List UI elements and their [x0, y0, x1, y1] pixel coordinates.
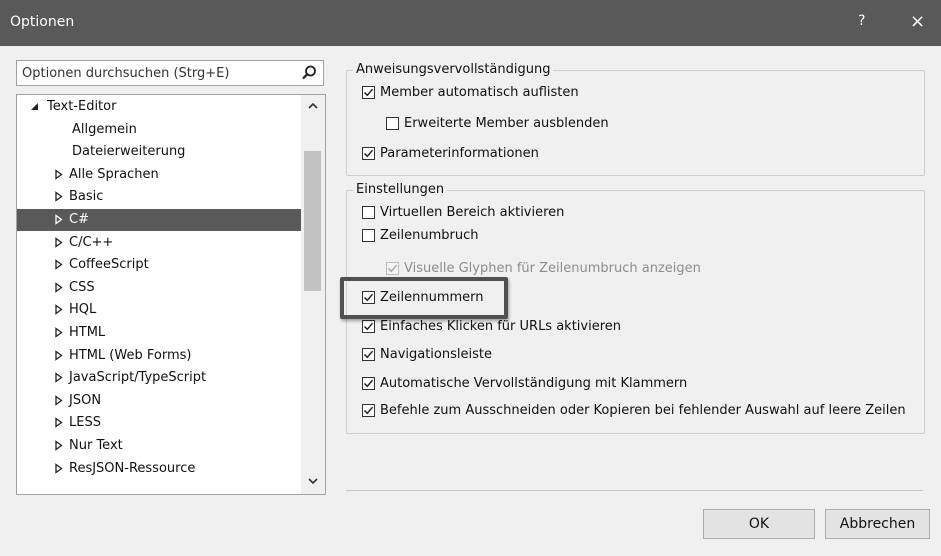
checkbox-label: Parameterinformationen	[380, 146, 539, 161]
tree-item-json[interactable]: JSON	[17, 390, 303, 412]
tree-item-coffeescript[interactable]: CoffeeScript	[17, 254, 303, 276]
footer-separator	[346, 490, 923, 491]
checkbox-checked-icon[interactable]	[362, 320, 375, 333]
scroll-up-icon[interactable]	[307, 101, 319, 111]
search-icon[interactable]	[300, 64, 318, 82]
tree-item-dateierweiterung[interactable]: Dateierweiterung	[17, 141, 303, 163]
scroll-down-icon[interactable]	[307, 476, 319, 486]
title-bar: Optionen ? ×	[0, 0, 941, 46]
collapsed-arrow-icon[interactable]	[54, 372, 63, 383]
checkbox-label: Virtuellen Bereich aktivieren	[380, 205, 565, 220]
completion-group-label: Anweisungsvervollständigung	[353, 62, 554, 77]
checkbox-checked-icon[interactable]	[362, 377, 375, 390]
tree-item-label: HTML (Web Forms)	[69, 347, 192, 363]
checkbox-checked-icon[interactable]	[362, 404, 375, 417]
tree-item-less[interactable]: LESS	[17, 412, 303, 434]
tree-item-html-web-forms[interactable]: HTML (Web Forms)	[17, 345, 303, 367]
collapsed-arrow-icon[interactable]	[54, 282, 63, 293]
checkbox-unchecked-icon[interactable]	[362, 206, 375, 219]
tree-item-label: C/C++	[69, 234, 114, 250]
tree-item-html[interactable]: HTML	[17, 322, 303, 344]
tree-item-label: Text-Editor	[47, 99, 117, 114]
tree-item-css[interactable]: CSS	[17, 277, 303, 299]
checkmark-icon	[363, 406, 374, 415]
search-placeholder: Optionen durchsuchen (Strg+E)	[22, 66, 230, 81]
tree-item-text-editor[interactable]: Text-Editor	[17, 96, 303, 118]
tree-item-label: JavaScript/TypeScript	[69, 370, 207, 386]
checkmark-icon	[363, 88, 374, 97]
tree-item-javascript-typescript[interactable]: JavaScript/TypeScript	[17, 367, 303, 389]
checkbox-label: Befehle zum Ausschneiden oder Kopieren b…	[380, 403, 906, 418]
options-dialog: Optionen ? × Optionen durchsuchen (Strg+…	[0, 0, 941, 556]
checkbox-unchecked-icon[interactable]	[386, 117, 399, 130]
checkbox-checked-icon[interactable]	[362, 348, 375, 361]
checkbox-checked-icon[interactable]	[362, 147, 375, 160]
options-tree[interactable]: Text-Editor Allgemein Dateierweiterung Alle…	[16, 94, 326, 495]
search-input[interactable]: Optionen durchsuchen (Strg+E)	[16, 60, 324, 86]
checkmark-icon	[363, 379, 374, 388]
tree-item-label: ResJSON-Ressource	[69, 460, 196, 476]
tree-item-label: HQL	[69, 302, 97, 318]
checkbox-label: Zeilenumbruch	[380, 228, 479, 243]
tree-scrollbar[interactable]	[301, 95, 325, 494]
tree-item-allgemein[interactable]: Allgemein	[17, 119, 303, 141]
cancel-button[interactable]: Abbrechen	[825, 509, 930, 539]
tree-item-label: CSS	[69, 279, 95, 295]
ok-button[interactable]: OK	[703, 509, 815, 539]
tree-item-c-c[interactable]: C/C++	[17, 232, 303, 254]
checkbox-unchecked-icon[interactable]	[362, 229, 375, 242]
collapsed-arrow-icon[interactable]	[54, 417, 63, 429]
checkbox-label: Member automatisch auflisten	[380, 85, 579, 100]
checkbox-checked-icon	[386, 262, 399, 275]
collapsed-arrow-icon[interactable]	[54, 259, 63, 270]
tree-item-basic[interactable]: Basic	[17, 186, 303, 208]
scrollbar-thumb[interactable]	[304, 151, 321, 291]
collapsed-arrow-icon[interactable]	[54, 327, 63, 338]
settings-group-label: Einstellungen	[353, 182, 448, 197]
checkbox-label: Visuelle Glyphen für Zeilenumbruch anzei…	[404, 261, 701, 276]
tree-item-alle-sprachen[interactable]: Alle Sprachen	[17, 164, 303, 186]
checkmark-icon	[387, 264, 398, 273]
collapsed-arrow-icon[interactable]	[54, 349, 63, 361]
tree-item-label: HTML	[69, 325, 106, 340]
collapsed-arrow-icon[interactable]	[54, 169, 63, 180]
collapsed-arrow-icon[interactable]	[54, 236, 63, 248]
tree-item-hql[interactable]: HQL	[17, 299, 303, 321]
tree-item-label: JSON	[69, 392, 102, 408]
close-button[interactable]: ×	[910, 11, 925, 32]
expanded-arrow-icon[interactable]	[30, 101, 39, 112]
tree-item-label: Dateierweiterung	[72, 144, 186, 160]
collapsed-arrow-icon[interactable]	[54, 304, 63, 316]
highlight-frame	[340, 277, 508, 319]
checkmark-icon	[363, 322, 374, 331]
checkbox-label: Einfaches Klicken für URLs aktivieren	[380, 319, 622, 334]
checkbox-label: Automatische Vervollständigung mit Klamm…	[380, 376, 688, 391]
checkbox-label: Navigationsleiste	[380, 347, 492, 362]
tree-item-c[interactable]: C#	[17, 209, 303, 231]
help-button[interactable]: ?	[858, 13, 865, 29]
tree-item-label: Allgemein	[72, 121, 137, 137]
checkmark-icon	[363, 350, 374, 359]
checkbox-checked-icon[interactable]	[362, 86, 375, 99]
tree-item-label: Alle Sprachen	[69, 166, 159, 182]
collapsed-arrow-icon[interactable]	[54, 395, 63, 406]
collapsed-arrow-icon[interactable]	[54, 440, 63, 451]
tree-item-label: C#	[69, 212, 89, 227]
tree-item-nur-text[interactable]: Nur Text	[17, 435, 303, 457]
tree-item-label: Basic	[69, 189, 104, 205]
collapsed-arrow-icon[interactable]	[54, 462, 63, 474]
collapsed-arrow-icon[interactable]	[54, 214, 63, 225]
collapsed-arrow-icon[interactable]	[54, 191, 63, 203]
tree-item-label: CoffeeScript	[69, 257, 149, 273]
checkmark-icon	[363, 149, 374, 158]
tree-item-resjson-ressource[interactable]: ResJSON-Ressource	[17, 458, 303, 480]
checkbox-label: Erweiterte Member ausblenden	[404, 116, 609, 131]
tree-item-label: LESS	[69, 415, 101, 431]
tree-item-label: Nur Text	[69, 438, 123, 453]
window-title: Optionen	[10, 14, 75, 30]
